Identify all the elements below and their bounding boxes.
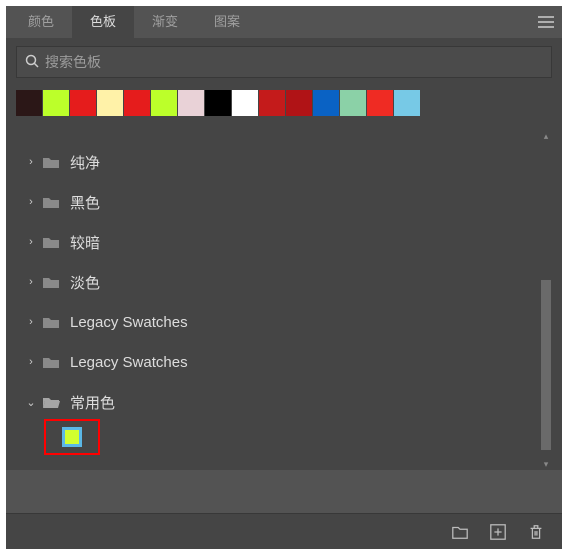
swatch[interactable] bbox=[16, 90, 42, 116]
folder-icon bbox=[42, 275, 60, 289]
swatch[interactable] bbox=[178, 90, 204, 116]
swatch[interactable] bbox=[151, 90, 177, 116]
search-row bbox=[16, 46, 552, 78]
chevron-right-icon[interactable]: › bbox=[24, 316, 38, 328]
swatch[interactable] bbox=[286, 90, 312, 116]
folder-item[interactable]: › Legacy Swatches bbox=[16, 302, 538, 342]
expanded-folder-content bbox=[16, 422, 538, 458]
folder-tree: › 纯净 › 黑色 › 较暗 › 淡色 › Legacy Swatches › Legacy Swat… bbox=[16, 130, 552, 470]
folder-item[interactable]: › 淡色 bbox=[16, 262, 538, 302]
folder-label: 纯净 bbox=[70, 152, 100, 173]
swatch[interactable] bbox=[313, 90, 339, 116]
folder-label: 淡色 bbox=[70, 272, 100, 293]
swatch[interactable] bbox=[259, 90, 285, 116]
tabs-bar: 颜色 色板 渐变 图案 bbox=[6, 6, 562, 38]
folder-label: 黑色 bbox=[70, 192, 100, 213]
folder-icon bbox=[42, 315, 60, 329]
folder-icon bbox=[42, 195, 60, 209]
swatch[interactable] bbox=[367, 90, 393, 116]
folder-icon bbox=[42, 355, 60, 369]
chevron-right-icon[interactable]: › bbox=[24, 196, 38, 208]
folder-item[interactable]: › Legacy Swatches bbox=[16, 342, 538, 382]
folder-icon bbox=[42, 395, 60, 409]
folder-icon bbox=[42, 155, 60, 169]
swatch[interactable] bbox=[43, 90, 69, 116]
chevron-right-icon[interactable]: › bbox=[24, 356, 38, 368]
save-as-folder-button[interactable] bbox=[450, 522, 470, 542]
panel-content: › 纯净 › 黑色 › 较暗 › 淡色 › Legacy Swatches › Legacy Swat… bbox=[6, 38, 562, 470]
folder-item[interactable]: › 黑色 bbox=[16, 182, 538, 222]
search-icon bbox=[25, 54, 39, 71]
folder-item[interactable]: › 较暗 bbox=[16, 222, 538, 262]
scroll-down-button[interactable]: ▾ bbox=[540, 458, 552, 470]
chevron-right-icon[interactable]: › bbox=[24, 156, 38, 168]
folder-label: 常用色 bbox=[70, 392, 115, 413]
folder-label: Legacy Swatches bbox=[70, 314, 188, 331]
scroll-up-button[interactable]: ▴ bbox=[540, 130, 552, 142]
panel-footer bbox=[6, 513, 562, 549]
scroll-thumb[interactable] bbox=[541, 280, 551, 450]
tab-swatches[interactable]: 色板 bbox=[72, 6, 134, 38]
swatch[interactable] bbox=[70, 90, 96, 116]
tab-gradient[interactable]: 渐变 bbox=[134, 6, 196, 38]
tab-pattern[interactable]: 图案 bbox=[196, 6, 258, 38]
folder-label: 较暗 bbox=[70, 232, 100, 253]
panel-menu-button[interactable] bbox=[530, 6, 562, 38]
scrollbar[interactable]: ▴ ▾ bbox=[540, 130, 552, 470]
search-input[interactable] bbox=[45, 54, 543, 70]
create-new-swatch-button[interactable] bbox=[488, 522, 508, 542]
delete-swatch-button[interactable] bbox=[526, 522, 546, 542]
swatch[interactable] bbox=[124, 90, 150, 116]
tab-color[interactable]: 颜色 bbox=[10, 6, 72, 38]
chevron-right-icon[interactable]: › bbox=[24, 236, 38, 248]
folder-icon bbox=[42, 235, 60, 249]
swatch[interactable] bbox=[394, 90, 420, 116]
swatches-panel: 颜色 色板 渐变 图案 › 纯净 › 黑色 › 较暗 › 淡色 › Legacy Swatches… bbox=[6, 6, 562, 549]
folder-item[interactable]: ⌄ 常用色 bbox=[16, 382, 538, 422]
new-swatch[interactable] bbox=[62, 427, 82, 447]
folder-item[interactable]: › 纯净 bbox=[16, 142, 538, 182]
highlight-box bbox=[44, 419, 100, 455]
swatch[interactable] bbox=[97, 90, 123, 116]
swatch[interactable] bbox=[205, 90, 231, 116]
swatch[interactable] bbox=[232, 90, 258, 116]
cutoff-label bbox=[98, 130, 538, 142]
swatch[interactable] bbox=[340, 90, 366, 116]
chevron-down-icon[interactable]: ⌄ bbox=[24, 396, 38, 409]
folder-label: Legacy Swatches bbox=[70, 354, 188, 371]
recent-swatches bbox=[16, 90, 552, 116]
chevron-right-icon[interactable]: › bbox=[24, 276, 38, 288]
